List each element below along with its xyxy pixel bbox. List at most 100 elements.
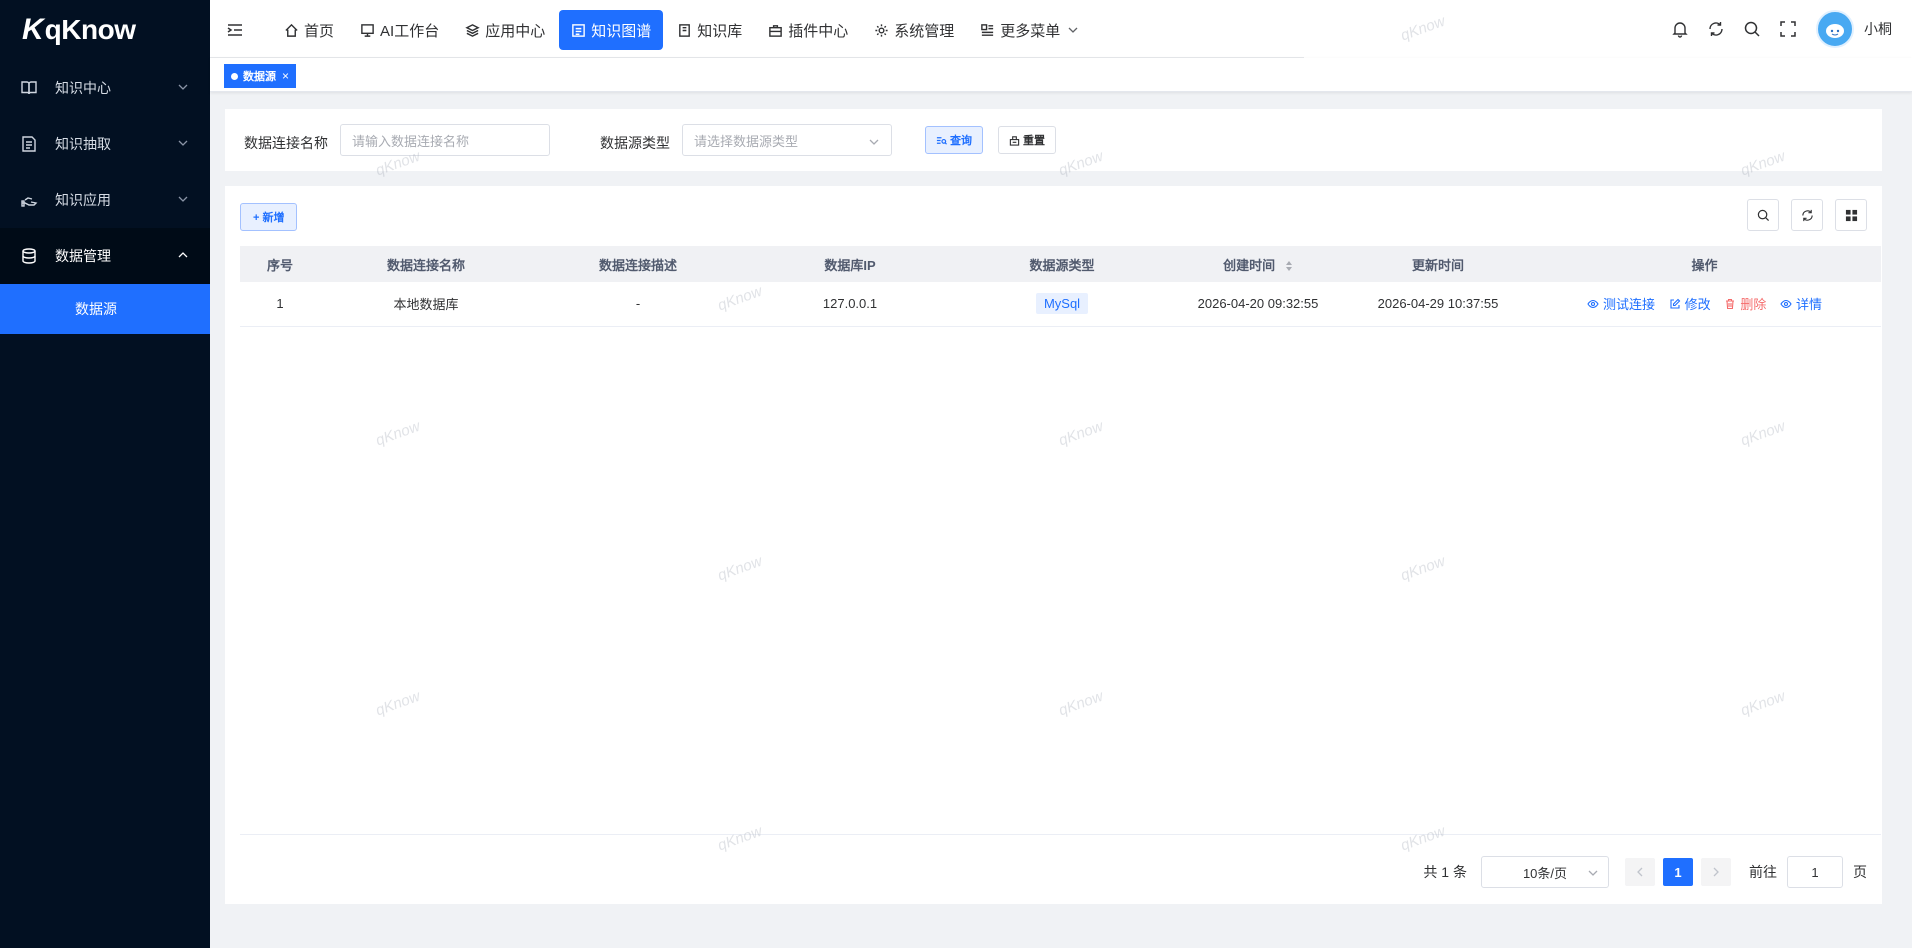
header-tools: 小桐 <box>1654 9 1892 49</box>
plugin-icon <box>769 24 783 37</box>
col-ip: 数据库IP <box>744 246 956 282</box>
type-filter-label: 数据源类型 <box>600 135 670 151</box>
cell-created: 2026-04-20 09:32:55 <box>1168 282 1348 327</box>
page-size-value: 10条/页 <box>1522 865 1568 881</box>
active-dot <box>231 72 238 80</box>
nav-label: 知识图谱 <box>591 22 652 40</box>
pagination: 共 1 条 10条/页 1 前往 1 页 <box>1423 856 1882 888</box>
page-number-current[interactable]: 1 <box>1663 858 1693 886</box>
edit-icon <box>1670 298 1680 309</box>
reset-icon <box>1009 135 1020 146</box>
table-tools <box>1735 199 1867 231</box>
hand-icon <box>20 191 38 209</box>
grid-icon <box>981 23 994 36</box>
detail-label: 详情 <box>1795 297 1822 313</box>
cell-actions: 测试连接 修改 删除 详情 <box>1528 282 1881 327</box>
reset-label: 重置 <box>1023 135 1045 147</box>
nav-home[interactable]: 首页 <box>272 10 346 50</box>
toggle-search-button[interactable] <box>1747 199 1779 231</box>
goto-page-input[interactable]: 1 <box>1787 856 1843 888</box>
nav-label: 应用中心 <box>485 22 546 40</box>
goto-value: 1 <box>1811 864 1819 880</box>
book-icon <box>679 23 691 37</box>
reset-button[interactable]: 重置 <box>998 126 1056 154</box>
sidebar-item-knowledge-application[interactable]: 知识应用 <box>0 172 210 228</box>
col-index: 序号 <box>240 246 320 282</box>
grid-icon <box>1845 209 1857 221</box>
trash-icon <box>1726 298 1735 309</box>
pagination-total: 共 1 条 <box>1423 864 1467 880</box>
avatar[interactable] <box>1816 10 1854 48</box>
nav-ai-workbench[interactable]: AI工作台 <box>348 10 451 50</box>
name-filter-label: 数据连接名称 <box>244 135 328 151</box>
add-button[interactable]: + 新增 <box>240 203 298 231</box>
col-desc: 数据连接描述 <box>532 246 744 282</box>
bell-icon[interactable] <box>1670 19 1690 39</box>
top-nav: 首页 AI工作台 应用中心 知识图谱 知识库 插件中心 系统管理 更多菜单 <box>272 10 1097 50</box>
layers-icon <box>465 23 480 37</box>
type-filter-select[interactable]: 请选择数据源类型 <box>682 124 892 156</box>
nav-knowledge-base[interactable]: 知识库 <box>665 10 754 50</box>
logo: K qKnow <box>0 0 210 60</box>
page-suffix: 页 <box>1853 864 1867 880</box>
search-panel: 数据连接名称 请输入数据连接名称 数据源类型 请选择数据源类型 查询 重置 <box>225 109 1882 171</box>
refresh-icon[interactable] <box>1706 19 1726 39</box>
tab-datasource[interactable]: 数据源 × <box>224 64 297 88</box>
nav-plugin-center[interactable]: 插件中心 <box>756 10 860 50</box>
col-type: 数据源类型 <box>956 246 1168 282</box>
name-filter-input[interactable]: 请输入数据连接名称 <box>340 124 550 156</box>
nav-system-management[interactable]: 系统管理 <box>862 10 966 50</box>
sidebar-item-knowledge-extraction[interactable]: 知识抽取 <box>0 116 210 172</box>
search-icon <box>1757 209 1769 221</box>
logo-mark: K <box>22 13 44 46</box>
sidebar-item-data-management[interactable]: 数据管理 <box>0 228 210 284</box>
cell-index: 1 <box>240 282 320 327</box>
divider <box>240 834 1881 835</box>
menu-collapse-icon[interactable] <box>226 21 244 39</box>
detail-button[interactable]: 详情 <box>1780 294 1822 313</box>
nav-more-menu[interactable]: 更多菜单 <box>968 10 1095 50</box>
fullscreen-icon[interactable] <box>1778 19 1798 39</box>
search-icon[interactable] <box>1742 19 1762 39</box>
book-icon <box>20 79 38 97</box>
nav-label: 更多菜单 <box>1000 22 1061 40</box>
goto-label: 前往 <box>1749 864 1777 880</box>
topbar: 首页 AI工作台 应用中心 知识图谱 知识库 插件中心 系统管理 更多菜单 小桐 <box>210 0 1912 58</box>
nav-label: 首页 <box>304 22 335 40</box>
datasource-table: 序号 数据连接名称 数据连接描述 数据库IP 数据源类型 创建时间 更新时间 操… <box>240 246 1881 327</box>
delete-button[interactable]: 删除 <box>1724 294 1766 313</box>
edit-button[interactable]: 修改 <box>1669 294 1711 313</box>
tags-bar: 数据源 × <box>210 58 1912 92</box>
prev-page-button[interactable] <box>1625 858 1655 886</box>
next-page-button[interactable] <box>1701 858 1731 886</box>
query-label: 查询 <box>950 135 972 147</box>
cell-desc: - <box>532 282 744 327</box>
nav-label: 知识库 <box>697 22 743 40</box>
query-button[interactable]: 查询 <box>925 126 983 154</box>
sidebar-item-knowledge-center[interactable]: 知识中心 <box>0 60 210 116</box>
chevron-down-icon <box>178 84 188 90</box>
test-connection-label: 测试连接 <box>1603 297 1656 313</box>
columns-button[interactable] <box>1835 199 1867 231</box>
username[interactable]: 小桐 <box>1864 19 1892 39</box>
chevron-down-icon <box>869 139 879 145</box>
refresh-table-button[interactable] <box>1791 199 1823 231</box>
nav-app-center[interactable]: 应用中心 <box>453 10 557 50</box>
placeholder: 请选择数据源类型 <box>694 133 799 149</box>
graph-icon <box>572 23 586 37</box>
sidebar-item-label: 知识中心 <box>55 80 111 96</box>
cell-type: MySql <box>956 282 1168 327</box>
edit-label: 修改 <box>1684 297 1711 313</box>
sidebar-subitem-datasource[interactable]: 数据源 <box>0 284 210 334</box>
chevron-down-icon <box>178 196 188 202</box>
page-size-select[interactable]: 10条/页 <box>1481 856 1609 888</box>
tab-label: 数据源 <box>243 71 276 83</box>
database-icon <box>20 247 38 265</box>
nav-knowledge-graph[interactable]: 知识图谱 <box>559 10 664 50</box>
eye-icon <box>1780 299 1792 308</box>
placeholder: 请输入数据连接名称 <box>352 133 470 149</box>
close-icon[interactable]: × <box>282 69 289 83</box>
col-created[interactable]: 创建时间 <box>1168 246 1348 282</box>
sort-icon[interactable] <box>1285 260 1293 272</box>
test-connection-button[interactable]: 测试连接 <box>1587 294 1655 313</box>
